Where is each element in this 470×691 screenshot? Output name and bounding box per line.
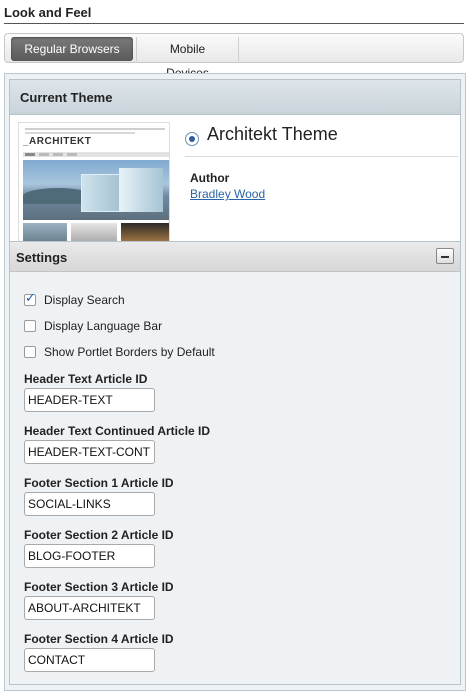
- footer-section-3-article-id-label: Footer Section 3 Article ID: [24, 580, 174, 594]
- thumbnail-logo: _ARCHITEKT: [23, 136, 92, 147]
- theme-divider: [185, 156, 458, 157]
- checkbox-checked-icon[interactable]: [24, 291, 36, 306]
- footer-section-4-article-id-label: Footer Section 4 Article ID: [24, 632, 174, 646]
- current-theme-title: Current Theme: [20, 90, 113, 105]
- settings-title: Settings: [16, 250, 68, 265]
- author-link[interactable]: Bradley Wood: [190, 187, 265, 201]
- tab-mobile-devices[interactable]: Mobile Devices: [136, 37, 239, 80]
- checkbox-unchecked-icon[interactable]: [24, 346, 36, 358]
- current-theme-header: Current Theme: [9, 79, 461, 115]
- collapse-button[interactable]: [436, 248, 454, 264]
- page-title: Look and Feel: [4, 5, 92, 20]
- title-divider: [4, 23, 464, 24]
- checkbox-label: Display Search: [44, 293, 125, 307]
- header-text-continued-article-id-label: Header Text Continued Article ID: [24, 424, 211, 438]
- tab-regular-browsers[interactable]: Regular Browsers: [11, 37, 133, 61]
- settings-header: Settings: [10, 242, 460, 272]
- header-text-continued-article-id-input[interactable]: [24, 440, 155, 464]
- author-label: Author: [190, 171, 230, 185]
- footer-section-4-article-id-input[interactable]: [24, 648, 155, 672]
- device-tabs: Regular Browsers Mobile Devices: [4, 33, 464, 80]
- footer-section-1-article-id-label: Footer Section 1 Article ID: [24, 476, 174, 490]
- checkbox-label: Display Language Bar: [44, 319, 163, 333]
- checkbox-unchecked-icon[interactable]: [24, 320, 36, 332]
- footer-section-2-article-id-input[interactable]: [24, 544, 155, 568]
- footer-section-1-article-id-input[interactable]: [24, 492, 155, 516]
- thumbnail-hero-image: [23, 160, 169, 220]
- checkbox-label: Show Portlet Borders by Default: [44, 345, 215, 359]
- header-text-article-id-label: Header Text Article ID: [24, 372, 148, 386]
- footer-section-2-article-id-label: Footer Section 2 Article ID: [24, 528, 174, 542]
- look-and-feel-panel: Current Theme _ARCHITEKT Architekt Theme…: [4, 73, 466, 691]
- theme-name: Architekt Theme: [207, 124, 338, 144]
- theme-radio-button[interactable]: [185, 132, 199, 146]
- header-text-article-id-input[interactable]: [24, 388, 155, 412]
- footer-section-3-article-id-input[interactable]: [24, 596, 155, 620]
- settings-panel: Settings Display Search Display Language…: [9, 241, 461, 685]
- current-theme-area: _ARCHITEKT Architekt Theme Author Bradle…: [9, 115, 461, 246]
- theme-thumbnail: _ARCHITEKT: [18, 122, 170, 246]
